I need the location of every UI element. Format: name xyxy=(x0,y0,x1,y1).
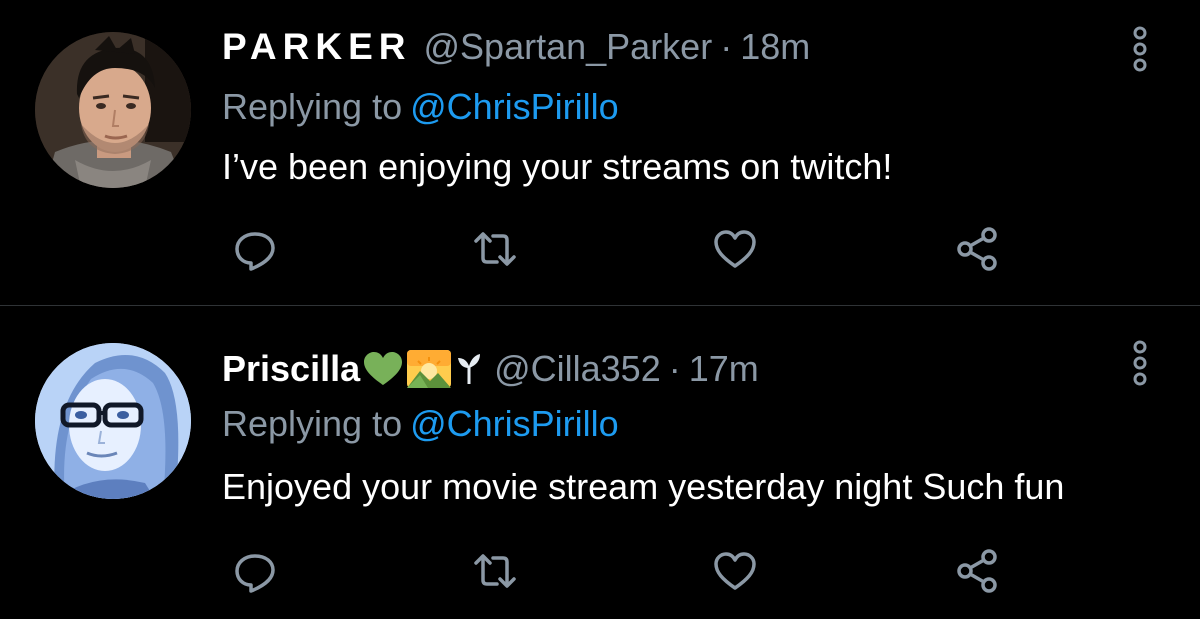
tweet[interactable]: PARKER @Spartan_Parker · 18m Replying to… xyxy=(0,0,1200,305)
reply-icon xyxy=(235,232,275,271)
display-name[interactable]: Priscilla xyxy=(222,348,360,390)
reply-prefix: Replying to xyxy=(222,86,403,127)
reply-context: Replying to @ChrisPirillo xyxy=(222,86,619,128)
retweet-icon xyxy=(474,232,516,266)
tweet-header: PARKER @Spartan_Parker · 18m xyxy=(222,26,810,72)
name-emojis xyxy=(362,349,482,389)
timestamp[interactable]: 17m xyxy=(689,348,759,390)
retweet-button[interactable] xyxy=(470,546,520,596)
like-icon xyxy=(714,230,756,268)
reply-mention-link[interactable]: @ChrisPirillo xyxy=(410,86,619,127)
tweet-text: Enjoyed your movie stream yesterday nigh… xyxy=(222,466,1065,507)
retweet-button[interactable] xyxy=(470,224,520,274)
share-icon xyxy=(957,549,997,593)
reply-context: Replying to @ChrisPirillo xyxy=(222,403,619,445)
share-icon xyxy=(957,227,997,271)
display-name[interactable]: PARKER xyxy=(222,26,412,68)
tweet-actions xyxy=(0,546,1200,596)
like-icon xyxy=(714,552,756,590)
reply-button[interactable] xyxy=(230,546,280,596)
reply-icon xyxy=(235,554,275,593)
reply-prefix: Replying to xyxy=(222,403,403,444)
avatar[interactable] xyxy=(35,343,191,499)
retweet-icon xyxy=(474,554,516,588)
more-vertical-icon xyxy=(1133,26,1147,72)
user-photo-priscilla xyxy=(35,343,191,499)
share-button[interactable] xyxy=(952,546,1002,596)
user-photo-parker xyxy=(35,32,191,188)
reply-button[interactable] xyxy=(230,224,280,274)
user-handle[interactable]: @Spartan_Parker xyxy=(424,26,713,68)
timestamp[interactable]: 18m xyxy=(740,26,810,68)
like-button[interactable] xyxy=(710,546,760,596)
share-button[interactable] xyxy=(952,224,1002,274)
timeline: PARKER @Spartan_Parker · 18m Replying to… xyxy=(0,0,1200,619)
tweet-header: Priscilla @Cilla352 · 17m xyxy=(222,343,759,389)
seedling-emoji xyxy=(458,354,481,384)
user-handle[interactable]: @Cilla352 xyxy=(494,348,661,390)
like-button[interactable] xyxy=(710,224,760,274)
tweet-text: I’ve been enjoying your streams on twitc… xyxy=(222,146,893,187)
sunrise-over-mountains-emoji xyxy=(407,350,452,388)
separator: · xyxy=(668,348,681,389)
more-vertical-icon xyxy=(1133,340,1147,386)
green-heart-emoji xyxy=(364,352,403,385)
more-options-button[interactable] xyxy=(1126,339,1154,387)
reply-mention-link[interactable]: @ChrisPirillo xyxy=(410,403,619,444)
tweet[interactable]: Priscilla @Cilla352 · 17m Replying to @C… xyxy=(0,306,1200,619)
more-options-button[interactable] xyxy=(1126,25,1154,73)
separator: · xyxy=(720,26,733,67)
avatar[interactable] xyxy=(35,32,191,188)
tweet-actions xyxy=(0,224,1200,274)
